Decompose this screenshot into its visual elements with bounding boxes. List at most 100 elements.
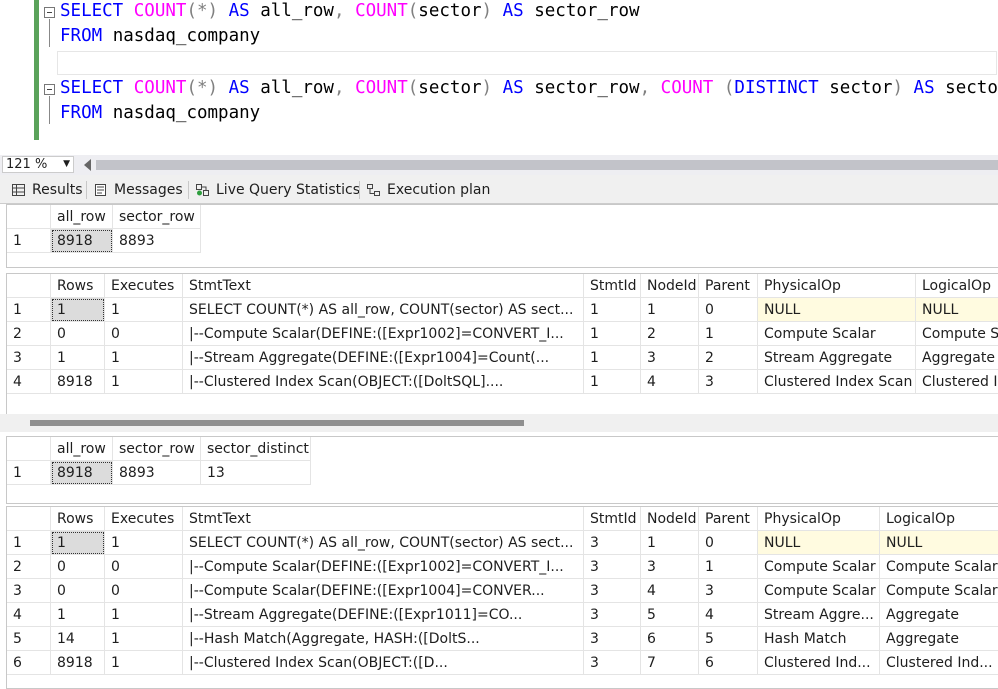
table-cell[interactable]: 1 (105, 298, 183, 322)
table-cell[interactable]: 8918 (51, 461, 113, 485)
table-cell[interactable]: Clustered Index Scan (758, 370, 916, 394)
table-cell[interactable]: 8893 (113, 461, 201, 485)
table-cell[interactable]: 3 (584, 531, 641, 555)
column-header[interactable]: NodeId (641, 274, 699, 298)
column-header[interactable]: Rows (51, 507, 105, 531)
table-cell[interactable]: |--Compute Scalar(DEFINE:([Expr1002]=CON… (183, 322, 584, 346)
table-cell[interactable]: 1 (584, 298, 641, 322)
table-cell[interactable]: Compute Scalar (758, 322, 916, 346)
column-header[interactable]: sector_row (113, 205, 201, 229)
tab-live-query-statistics[interactable]: Live Query Statistics (192, 178, 360, 202)
table-cell[interactable]: |--Clustered Index Scan(OBJECT:([DoltSQL… (183, 370, 584, 394)
results-grid-1[interactable]: all_row sector_row 1 8918 8893 (6, 204, 998, 268)
column-header[interactable]: sector_distinct (201, 437, 311, 461)
table-cell[interactable]: 0 (105, 579, 183, 603)
table-cell[interactable]: NULL (758, 531, 880, 555)
table-cell[interactable]: 1 (584, 370, 641, 394)
table-cell[interactable]: 4 (641, 579, 699, 603)
row-number[interactable]: 1 (7, 531, 51, 555)
row-header-corner[interactable] (7, 507, 51, 531)
table-cell[interactable]: Compute Scalar (880, 579, 998, 603)
table-cell[interactable]: Aggregate (916, 346, 998, 370)
table-cell[interactable]: 3 (584, 651, 641, 675)
results-horizontal-scrollbar[interactable] (0, 414, 998, 432)
table-cell[interactable]: Clustered Index Scan (916, 370, 998, 394)
results-grid-2[interactable]: Rows Executes StmtText StmtId NodeId Parent Ph… (6, 273, 998, 415)
table-cell[interactable]: 1 (584, 346, 641, 370)
table-cell[interactable]: 3 (699, 370, 758, 394)
table-cell[interactable]: Hash Match (758, 627, 880, 651)
table-cell[interactable]: 3 (584, 579, 641, 603)
scroll-left-icon[interactable] (84, 159, 91, 171)
table-cell[interactable]: NULL (880, 531, 998, 555)
table-cell[interactable]: NULL (758, 298, 916, 322)
row-header-corner[interactable] (7, 274, 51, 298)
results-grid-4[interactable]: Rows Executes StmtText StmtId NodeId Parent Ph… (6, 506, 998, 689)
table-cell[interactable]: 8918 (51, 229, 113, 253)
table-cell[interactable]: 1 (105, 346, 183, 370)
fold-collapse-icon[interactable] (44, 7, 55, 18)
column-header[interactable]: sector_row (113, 437, 201, 461)
query-editor[interactable]: SELECT COUNT(*) AS all_row, COUNT(sector… (0, 0, 998, 155)
table-cell[interactable]: 5 (699, 627, 758, 651)
table-cell[interactable]: 0 (51, 579, 105, 603)
column-header[interactable]: all_row (51, 437, 113, 461)
table-cell[interactable]: 14 (51, 627, 105, 651)
table-cell[interactable]: 13 (201, 461, 311, 485)
table-cell[interactable]: Compute Scalar (758, 555, 880, 579)
horizontal-scrollbar[interactable] (96, 160, 998, 170)
table-cell[interactable]: |--Stream Aggregate(DEFINE:([Expr1011]=C… (183, 603, 584, 627)
zoom-select[interactable]: 121 % ▼ (2, 156, 74, 173)
row-number[interactable]: 1 (7, 461, 51, 485)
table-cell[interactable]: SELECT COUNT(*) AS all_row, COUNT(sector… (183, 298, 584, 322)
row-header-corner[interactable] (7, 205, 51, 229)
table-cell[interactable]: 3 (699, 579, 758, 603)
table-cell[interactable]: 3 (584, 627, 641, 651)
table-cell[interactable]: 1 (105, 603, 183, 627)
column-header[interactable]: StmtText (183, 274, 584, 298)
table-cell[interactable]: 0 (51, 555, 105, 579)
table-cell[interactable]: 3 (584, 603, 641, 627)
tab-execution-plan[interactable]: Execution plan (363, 178, 490, 202)
table-cell[interactable]: 1 (51, 346, 105, 370)
table-cell[interactable]: 8893 (113, 229, 201, 253)
fold-collapse-icon[interactable] (44, 84, 55, 95)
table-cell[interactable]: Compute Scalar (758, 579, 880, 603)
column-header[interactable]: StmtId (584, 274, 641, 298)
tab-results[interactable]: Results (8, 178, 83, 202)
table-cell[interactable]: 8918 (51, 370, 105, 394)
table-cell[interactable]: 0 (699, 531, 758, 555)
table-cell[interactable]: Compute Scalar (916, 322, 998, 346)
table-cell[interactable]: 1 (105, 627, 183, 651)
column-header[interactable]: Executes (105, 507, 183, 531)
table-cell[interactable]: 3 (641, 346, 699, 370)
column-header[interactable]: NodeId (641, 507, 699, 531)
table-cell[interactable]: 1 (51, 531, 105, 555)
row-number[interactable]: 1 (7, 229, 51, 253)
table-cell[interactable]: 1 (105, 370, 183, 394)
column-header[interactable]: all_row (51, 205, 113, 229)
table-cell[interactable]: 0 (699, 298, 758, 322)
tab-messages[interactable]: Messages (90, 178, 183, 202)
row-number[interactable]: 3 (7, 579, 51, 603)
table-cell[interactable]: 1 (105, 651, 183, 675)
row-number[interactable]: 4 (7, 370, 51, 394)
table-cell[interactable]: 4 (641, 370, 699, 394)
column-header[interactable]: LogicalOp (880, 507, 998, 531)
table-cell[interactable]: 3 (584, 555, 641, 579)
table-cell[interactable]: |--Hash Match(Aggregate, HASH:([DoltS... (183, 627, 584, 651)
table-cell[interactable]: 2 (699, 346, 758, 370)
table-cell[interactable]: 6 (699, 651, 758, 675)
row-header-corner[interactable] (7, 437, 51, 461)
table-cell[interactable]: Clustered Ind... (758, 651, 880, 675)
table-cell[interactable]: 4 (699, 603, 758, 627)
table-cell[interactable]: 1 (699, 555, 758, 579)
column-header[interactable]: StmtText (183, 507, 584, 531)
table-cell[interactable]: 5 (641, 603, 699, 627)
table-cell[interactable]: 1 (699, 322, 758, 346)
table-cell[interactable]: 1 (584, 322, 641, 346)
table-cell[interactable]: Clustered Ind... (880, 651, 998, 675)
table-cell[interactable]: Stream Aggregate (758, 346, 916, 370)
table-cell[interactable]: SELECT COUNT(*) AS all_row, COUNT(sector… (183, 531, 584, 555)
column-header[interactable]: Parent (699, 507, 758, 531)
